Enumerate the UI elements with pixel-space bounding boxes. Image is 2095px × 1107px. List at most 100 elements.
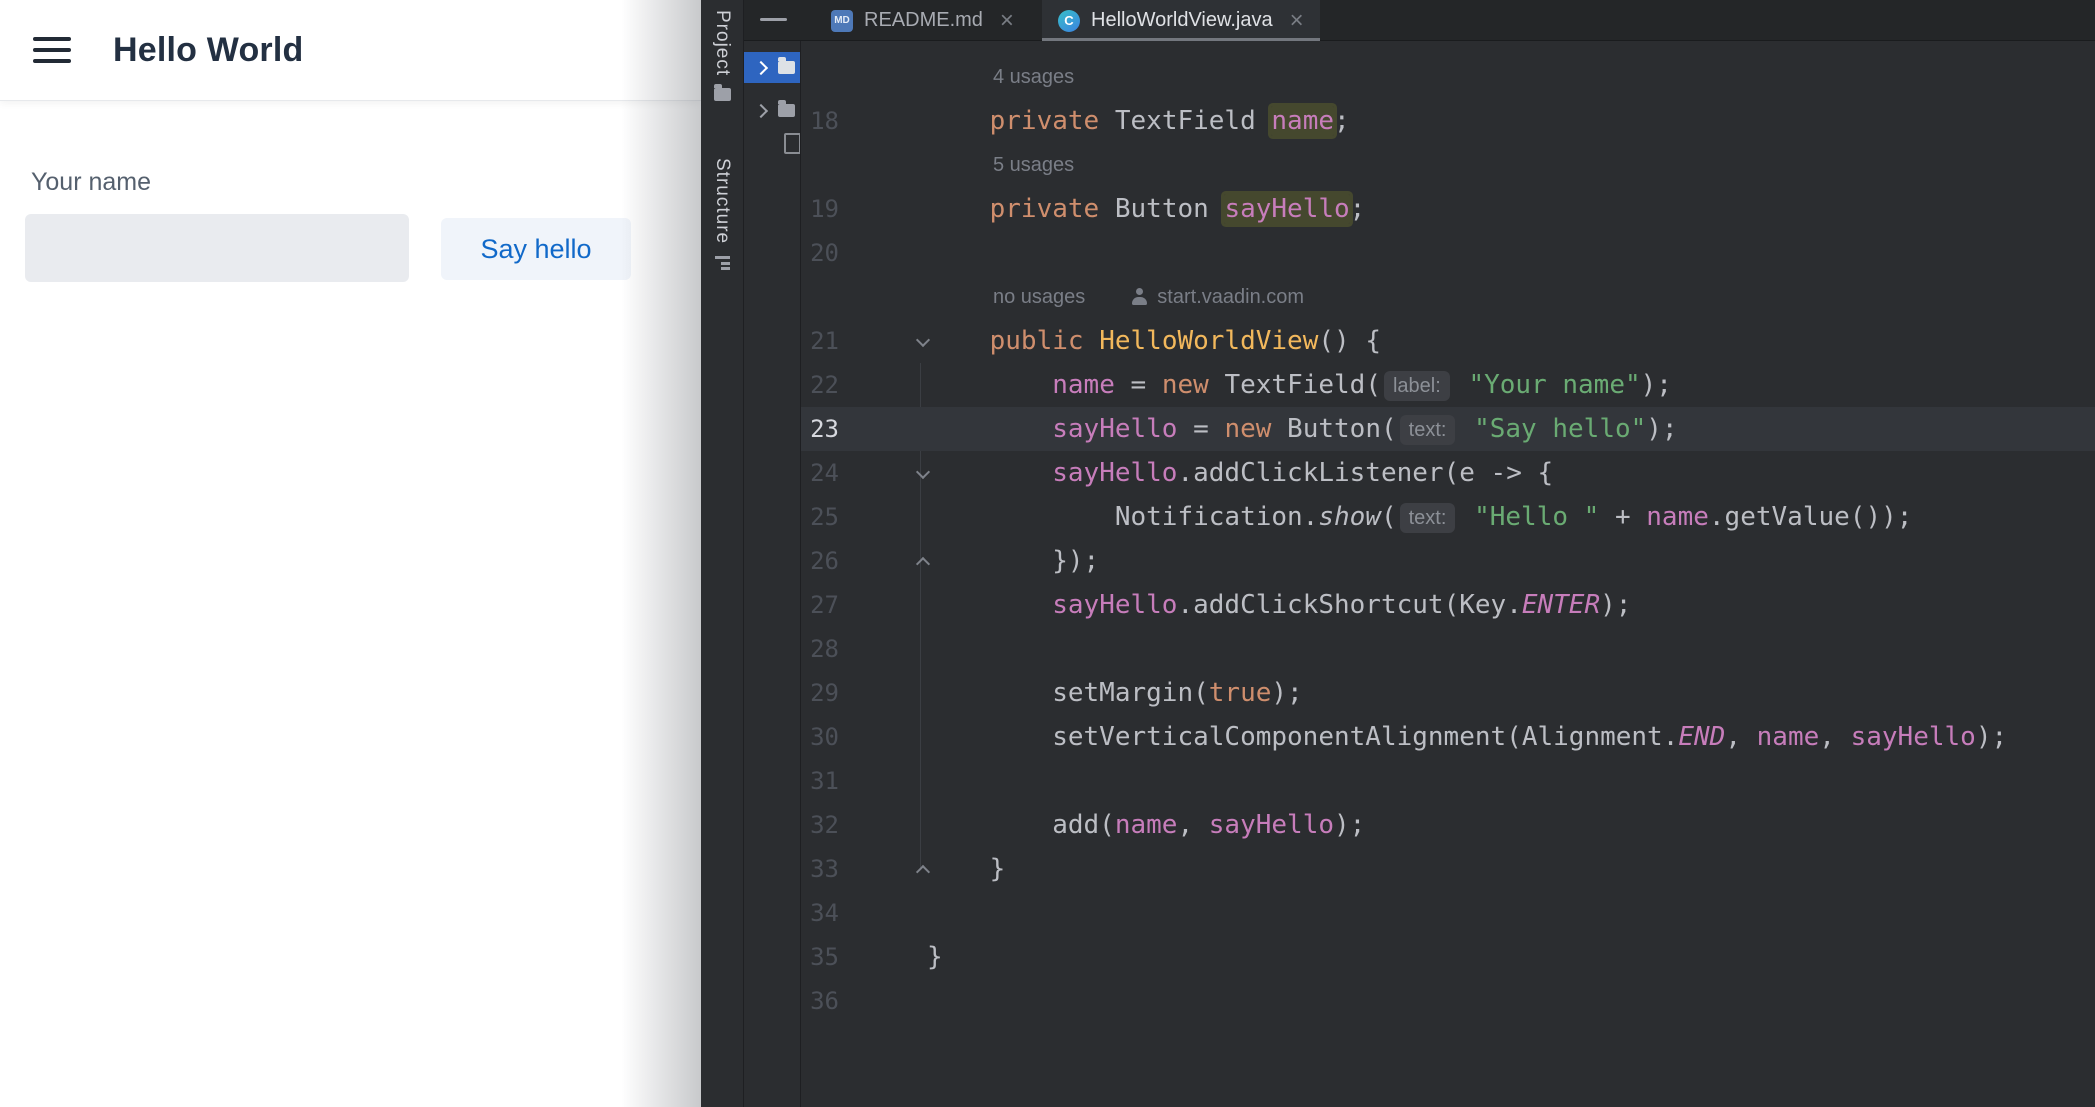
java-class-icon: C — [1058, 10, 1080, 32]
code-line-25[interactable]: 25 Notification.show(text: "Hello " + na… — [801, 495, 2095, 539]
code-line-29[interactable]: 29 setMargin(true); — [801, 671, 2095, 715]
line-number: 32 — [810, 803, 839, 847]
chevron-right-icon — [754, 103, 768, 117]
vaadin-app-window: Hello World Your name Say hello — [0, 0, 701, 1107]
app-title: Hello World — [113, 31, 303, 70]
folder-icon — [778, 104, 795, 117]
code-text: } — [927, 847, 1005, 891]
file-icon — [784, 133, 801, 154]
code-line-21[interactable]: 21 public HelloWorldView() { — [801, 319, 2095, 363]
editor-rows: 4 usages18 private TextField name;5 usag… — [801, 55, 2095, 1023]
editor-gutter — [801, 143, 927, 187]
line-number: 34 — [810, 891, 839, 935]
line-number: 28 — [810, 627, 839, 671]
code-text: setVerticalComponentAlignment(Alignment.… — [927, 715, 2007, 759]
code-author-hint[interactable]: start.vaadin.com — [1131, 275, 1304, 319]
line-number: 26 — [810, 539, 839, 583]
editor-gutter: 22 — [801, 363, 927, 407]
code-text: public HelloWorldView() { — [927, 319, 1381, 363]
stripe-structure-button[interactable]: Structure — [701, 158, 743, 270]
markdown-file-icon: MD — [831, 10, 853, 32]
app-header: Hello World — [0, 0, 701, 101]
code-text: name = new TextField(label: "Your name")… — [927, 363, 1672, 407]
tree-row[interactable] — [744, 95, 800, 126]
menu-toggle-button[interactable] — [33, 35, 73, 65]
folder-icon — [778, 61, 795, 74]
code-text: }); — [927, 539, 1099, 583]
line-number: 18 — [810, 99, 839, 143]
window-edge-shadow — [621, 0, 701, 1107]
project-tree-panel — [744, 0, 801, 1107]
code-line-23[interactable]: 23 sayHello = new Button(text: "Say hell… — [801, 407, 2095, 451]
code-line-30[interactable]: 30 setVerticalComponentAlignment(Alignme… — [801, 715, 2095, 759]
screen: Hello World Your name Say hello Project … — [0, 0, 2095, 1107]
tab-helloworldview-java[interactable]: C HelloWorldView.java × — [1042, 0, 1320, 41]
author-name: start.vaadin.com — [1157, 275, 1304, 319]
editor-gutter: 26 — [801, 539, 927, 583]
tab-label: README.md — [864, 9, 983, 32]
tree-row-selected[interactable] — [744, 52, 800, 83]
line-number: 24 — [810, 451, 839, 495]
say-hello-button[interactable]: Say hello — [441, 218, 631, 280]
code-line-36[interactable]: 36 — [801, 979, 2095, 1023]
usages-hint[interactable]: 4 usages — [993, 55, 1074, 99]
code-line-24[interactable]: 24 sayHello.addClickListener(e -> { — [801, 451, 2095, 495]
code-line-33[interactable]: 33 } — [801, 847, 2095, 891]
fold-marker-icon[interactable] — [915, 847, 931, 891]
code-text: Notification.show(text: "Hello " + name.… — [927, 495, 1912, 539]
parameter-name-hint: label: — [1384, 371, 1450, 401]
close-tab-icon[interactable]: × — [1000, 9, 1014, 33]
chevron-right-icon — [754, 60, 768, 74]
code-editor[interactable]: 4 usages18 private TextField name;5 usag… — [801, 41, 2095, 1107]
inlay-hint-row[interactable]: 5 usages — [801, 143, 2095, 187]
editor-gutter — [801, 275, 927, 319]
line-number: 22 — [810, 363, 839, 407]
code-line-27[interactable]: 27 sayHello.addClickShortcut(Key.ENTER); — [801, 583, 2095, 627]
line-number: 25 — [810, 495, 839, 539]
fold-marker-icon[interactable] — [915, 451, 931, 495]
close-tab-icon[interactable]: × — [1290, 9, 1304, 33]
code-line-22[interactable]: 22 name = new TextField(label: "Your nam… — [801, 363, 2095, 407]
code-line-35[interactable]: 35} — [801, 935, 2095, 979]
inlay-hint-row[interactable]: 4 usages — [801, 55, 2095, 99]
stripe-project-button[interactable]: Project — [701, 10, 743, 101]
fold-marker-icon[interactable] — [915, 539, 931, 583]
code-line-34[interactable]: 34 — [801, 891, 2095, 935]
code-text: private TextField name; — [927, 99, 1350, 143]
code-text: } — [927, 935, 943, 979]
code-line-28[interactable]: 28 — [801, 627, 2095, 671]
line-number: 27 — [810, 583, 839, 627]
code-text: setMargin(true); — [927, 671, 1303, 715]
hamburger-icon — [33, 37, 71, 41]
editor-gutter: 24 — [801, 451, 927, 495]
tab-readme-md[interactable]: MD README.md × — [815, 0, 1030, 41]
editor-gutter: 35 — [801, 935, 927, 979]
line-number: 35 — [810, 935, 839, 979]
code-line-18[interactable]: 18 private TextField name; — [801, 99, 2095, 143]
editor-tab-bar: MD README.md × C HelloWorldView.java × — [744, 0, 2095, 41]
usages-hint[interactable]: no usages — [993, 275, 1085, 319]
code-line-26[interactable]: 26 }); — [801, 539, 2095, 583]
code-text: sayHello.addClickShortcut(Key.ENTER); — [927, 583, 1631, 627]
code-line-31[interactable]: 31 — [801, 759, 2095, 803]
name-field-label: Your name — [31, 168, 151, 197]
editor-gutter: 28 — [801, 627, 927, 671]
parameter-name-hint: text: — [1400, 503, 1456, 533]
line-number: 36 — [810, 979, 839, 1023]
code-line-32[interactable]: 32 add(name, sayHello); — [801, 803, 2095, 847]
tool-window-stripe: Project Structure — [701, 0, 744, 1107]
editor-gutter: 31 — [801, 759, 927, 803]
line-number: 23 — [810, 407, 839, 451]
fold-marker-icon[interactable] — [915, 319, 931, 363]
code-text: add(name, sayHello); — [927, 803, 1365, 847]
line-number: 20 — [810, 231, 839, 275]
code-line-19[interactable]: 19 private Button sayHello; — [801, 187, 2095, 231]
hide-tool-window-button[interactable] — [760, 18, 787, 21]
inlay-hint-row[interactable]: no usages start.vaadin.com — [801, 275, 2095, 319]
usages-hint[interactable]: 5 usages — [993, 143, 1074, 187]
line-number: 30 — [810, 715, 839, 759]
code-line-20[interactable]: 20 — [801, 231, 2095, 275]
editor-gutter: 30 — [801, 715, 927, 759]
name-input[interactable] — [25, 214, 409, 282]
line-number: 19 — [810, 187, 839, 231]
